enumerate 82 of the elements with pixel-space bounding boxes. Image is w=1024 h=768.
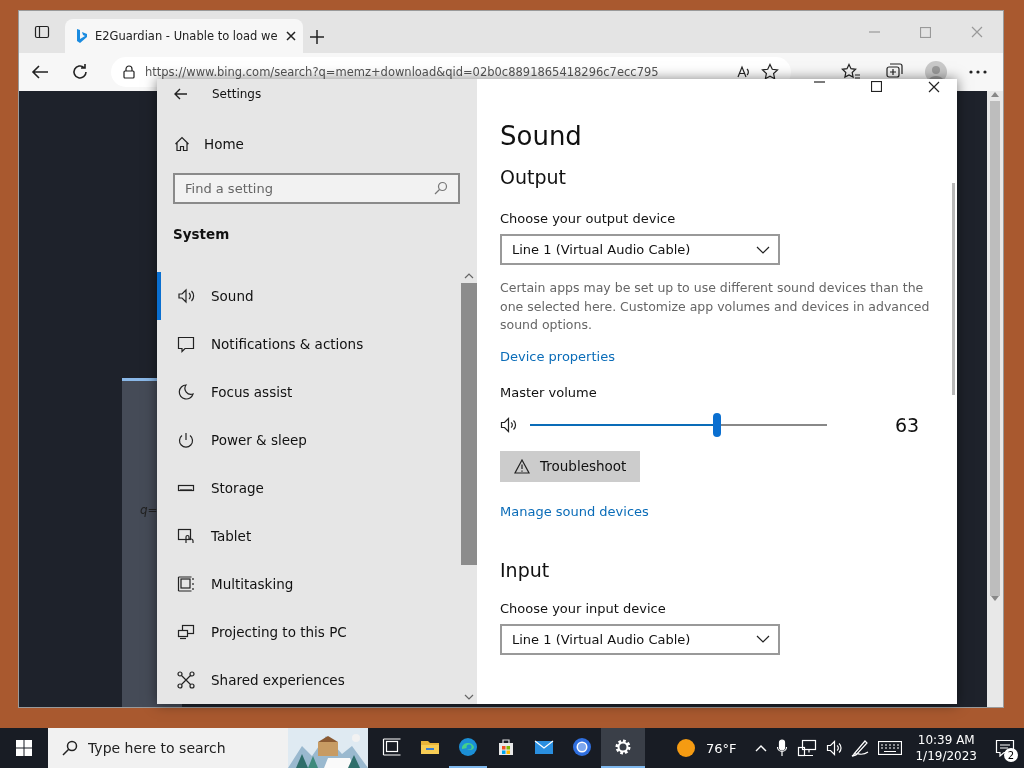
- scroll-down-icon: [464, 694, 474, 700]
- screens-icon: [177, 623, 195, 641]
- bing-icon: [75, 28, 87, 44]
- store-icon: [496, 737, 516, 757]
- page-title: Sound: [500, 121, 582, 151]
- speaker-icon: [500, 416, 518, 433]
- browser-tab[interactable]: E2Guardian - Unable to load we: [65, 19, 303, 53]
- home-icon: [174, 136, 190, 152]
- nav-item[interactable]: Projecting to this PC: [157, 608, 461, 656]
- edge-icon: [458, 737, 478, 757]
- description-text: Certain apps may be set up to use different sound devices than the one selected here. Customize app volumes and devices in advanced sound options.: [500, 279, 930, 334]
- notification-count: 2: [1004, 748, 1018, 762]
- input-device-dropdown[interactable]: Line 1 (Virtual Audio Cable): [500, 623, 780, 655]
- lock-icon: [123, 65, 135, 79]
- read-aloud-icon[interactable]: [735, 64, 751, 80]
- tablet-icon: [177, 527, 195, 545]
- section-heading: System: [173, 226, 231, 242]
- refresh-icon[interactable]: [71, 63, 89, 81]
- more-icon[interactable]: [969, 70, 987, 74]
- temperature-text: 76°F: [705, 740, 737, 756]
- keyboard-icon[interactable]: [878, 741, 903, 755]
- tab-actions-icon[interactable]: [34, 24, 50, 40]
- back-icon[interactable]: [174, 88, 188, 100]
- volume-slider[interactable]: [530, 412, 827, 437]
- home-item[interactable]: Home: [174, 129, 244, 159]
- window-title: Settings: [212, 87, 262, 101]
- close-icon[interactable]: [928, 81, 940, 93]
- nav-item[interactable]: Tablet: [157, 512, 461, 560]
- caret-up-icon[interactable]: [755, 744, 768, 752]
- section-heading: Input: [500, 558, 550, 581]
- field-label: Choose your input device: [500, 600, 666, 616]
- url-text: https://www.bing.com/search?q=memz+download&qid=02b0c8891865418296c7ecc795: [145, 65, 660, 79]
- warning-icon: [514, 458, 530, 474]
- nav-item[interactable]: Shared experiences: [157, 656, 461, 704]
- speaker-icon[interactable]: [826, 740, 843, 756]
- search-field[interactable]: Find a setting: [173, 173, 460, 204]
- star-icon[interactable]: [761, 63, 779, 81]
- speech-bubble-icon: [177, 335, 195, 353]
- nav-item[interactable]: Multitasking: [157, 560, 461, 608]
- task-view-icon: [382, 737, 402, 757]
- nav-item[interactable]: Focus assist: [157, 368, 461, 416]
- close-tab-icon[interactable]: [285, 31, 296, 41]
- windows-logo-icon: [16, 740, 32, 756]
- nav-item[interactable]: Storage: [157, 464, 461, 512]
- device-properties-link[interactable]: Device properties: [500, 348, 615, 364]
- microphone-icon[interactable]: [776, 739, 789, 757]
- volume-value: 63: [895, 413, 920, 436]
- chevron-down-icon: [756, 635, 770, 643]
- output-device-dropdown[interactable]: Line 1 (Virtual Audio Cable): [500, 234, 780, 265]
- network-icon[interactable]: [797, 739, 818, 757]
- nav-item[interactable]: Notifications & actions: [157, 320, 461, 368]
- taskbar-app[interactable]: [601, 728, 645, 768]
- pen-icon[interactable]: [851, 739, 870, 757]
- weather-widget[interactable]: 76°F: [675, 738, 737, 758]
- manage-devices-link[interactable]: Manage sound devices: [500, 503, 649, 519]
- sun-icon: [675, 738, 696, 758]
- scrollbar[interactable]: [952, 183, 955, 395]
- slider-thumb[interactable]: [713, 412, 722, 437]
- clock[interactable]: 10:39 AM 1/19/2023: [915, 732, 977, 764]
- favorites-icon[interactable]: [841, 63, 861, 81]
- nav-item[interactable]: Power & sleep: [157, 416, 461, 464]
- scroll-up-icon: [464, 273, 474, 279]
- maximize-icon[interactable]: [871, 81, 882, 92]
- browser-circle-icon: [572, 737, 592, 757]
- notifications-icon[interactable]: [995, 739, 1015, 757]
- power-icon: [177, 431, 195, 449]
- troubleshoot-button[interactable]: Troubleshoot: [500, 450, 641, 482]
- collections-icon[interactable]: [883, 63, 903, 81]
- field-label: Choose your output device: [500, 211, 676, 226]
- nodes-icon: [177, 671, 195, 689]
- search-icon: [62, 740, 78, 756]
- windows-stack-icon: [177, 575, 195, 593]
- back-icon[interactable]: [31, 64, 49, 80]
- moon-icon: [177, 383, 195, 401]
- speaker-icon: [177, 287, 195, 305]
- search-icon: [434, 181, 448, 195]
- gear-icon: [613, 737, 633, 757]
- field-label: Master volume: [500, 384, 597, 400]
- scrollbar[interactable]: [987, 91, 1003, 707]
- chevron-down-icon: [756, 245, 770, 254]
- section-heading: Output: [500, 166, 566, 188]
- new-tab-icon[interactable]: [309, 29, 325, 45]
